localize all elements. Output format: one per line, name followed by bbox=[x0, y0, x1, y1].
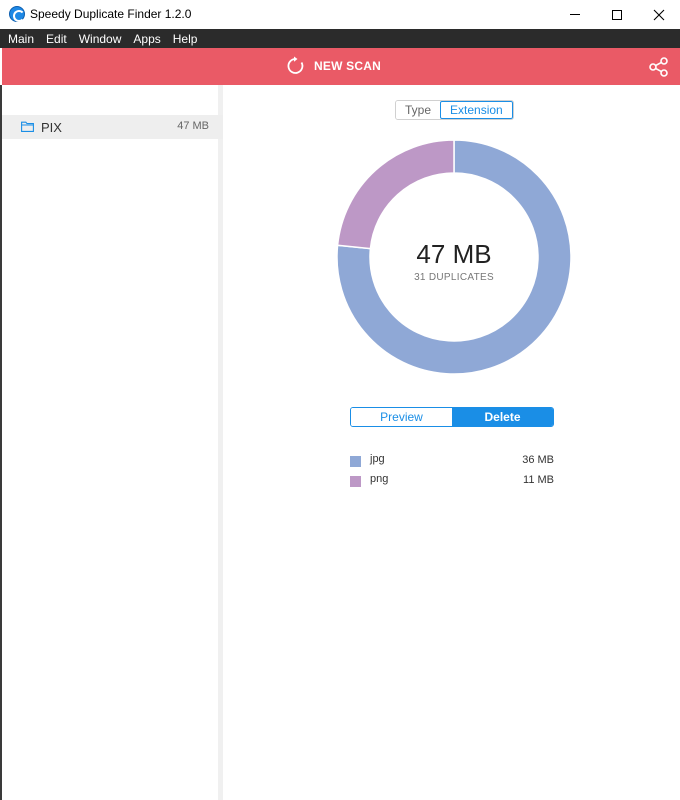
minimize-icon bbox=[570, 14, 580, 15]
menu-edit[interactable]: Edit bbox=[42, 32, 71, 46]
folder-name: PIX bbox=[41, 120, 62, 135]
maximize-icon bbox=[612, 9, 622, 20]
new-scan-label: NEW SCAN bbox=[314, 59, 381, 73]
sidebar-item-pix[interactable]: PIX 47 MB bbox=[2, 115, 223, 139]
menu-apps[interactable]: Apps bbox=[129, 32, 164, 46]
legend-value: 11 MB bbox=[523, 474, 554, 486]
share-icon bbox=[649, 57, 668, 77]
menu-help[interactable]: Help bbox=[169, 32, 202, 46]
legend-item-jpg: jpg 36 MB bbox=[350, 453, 554, 469]
delete-button[interactable]: Delete bbox=[452, 408, 553, 426]
toolbar-header: NEW SCAN bbox=[2, 48, 680, 85]
menu-main[interactable]: Main bbox=[4, 32, 38, 46]
main-panel: Type Extension 47 MB 31 DUPLICATES Previ… bbox=[228, 85, 680, 800]
view-toggle: Type Extension bbox=[395, 100, 514, 120]
minimize-button[interactable] bbox=[553, 0, 597, 29]
action-toggle: Preview Delete bbox=[350, 407, 554, 427]
legend-value: 36 MB bbox=[522, 454, 554, 466]
close-icon bbox=[653, 9, 665, 20]
window-title: Speedy Duplicate Finder 1.2.0 bbox=[30, 7, 192, 21]
toggle-extension[interactable]: Extension bbox=[440, 101, 513, 119]
title-bar: Speedy Duplicate Finder 1.2.0 bbox=[0, 0, 680, 29]
donut-slice-png bbox=[336, 139, 455, 250]
folder-icon bbox=[21, 121, 34, 132]
duplicates-count: 31 DUPLICATES bbox=[414, 272, 494, 283]
maximize-button[interactable] bbox=[595, 0, 639, 29]
legend-swatch bbox=[350, 456, 361, 467]
legend-label: jpg bbox=[370, 453, 385, 465]
refresh-icon bbox=[287, 56, 304, 74]
legend-label: png bbox=[370, 473, 389, 485]
folder-size: 47 MB bbox=[177, 120, 209, 132]
total-size: 47 MB bbox=[416, 239, 492, 269]
menu-bar: Main Edit Window Apps Help bbox=[0, 29, 680, 48]
app-logo-icon bbox=[9, 6, 25, 22]
close-button[interactable] bbox=[637, 0, 680, 29]
toggle-type[interactable]: Type bbox=[396, 101, 441, 119]
menu-window[interactable]: Window bbox=[75, 32, 126, 46]
share-button[interactable] bbox=[648, 56, 670, 78]
app-window: Speedy Duplicate Finder 1.2.0 Main Edit … bbox=[0, 0, 680, 800]
sidebar: PIX 47 MB bbox=[2, 85, 223, 800]
legend-item-png: png 11 MB bbox=[350, 473, 554, 489]
preview-button[interactable]: Preview bbox=[351, 408, 452, 426]
new-scan-button[interactable]: NEW SCAN bbox=[286, 56, 381, 76]
legend-swatch bbox=[350, 476, 361, 487]
